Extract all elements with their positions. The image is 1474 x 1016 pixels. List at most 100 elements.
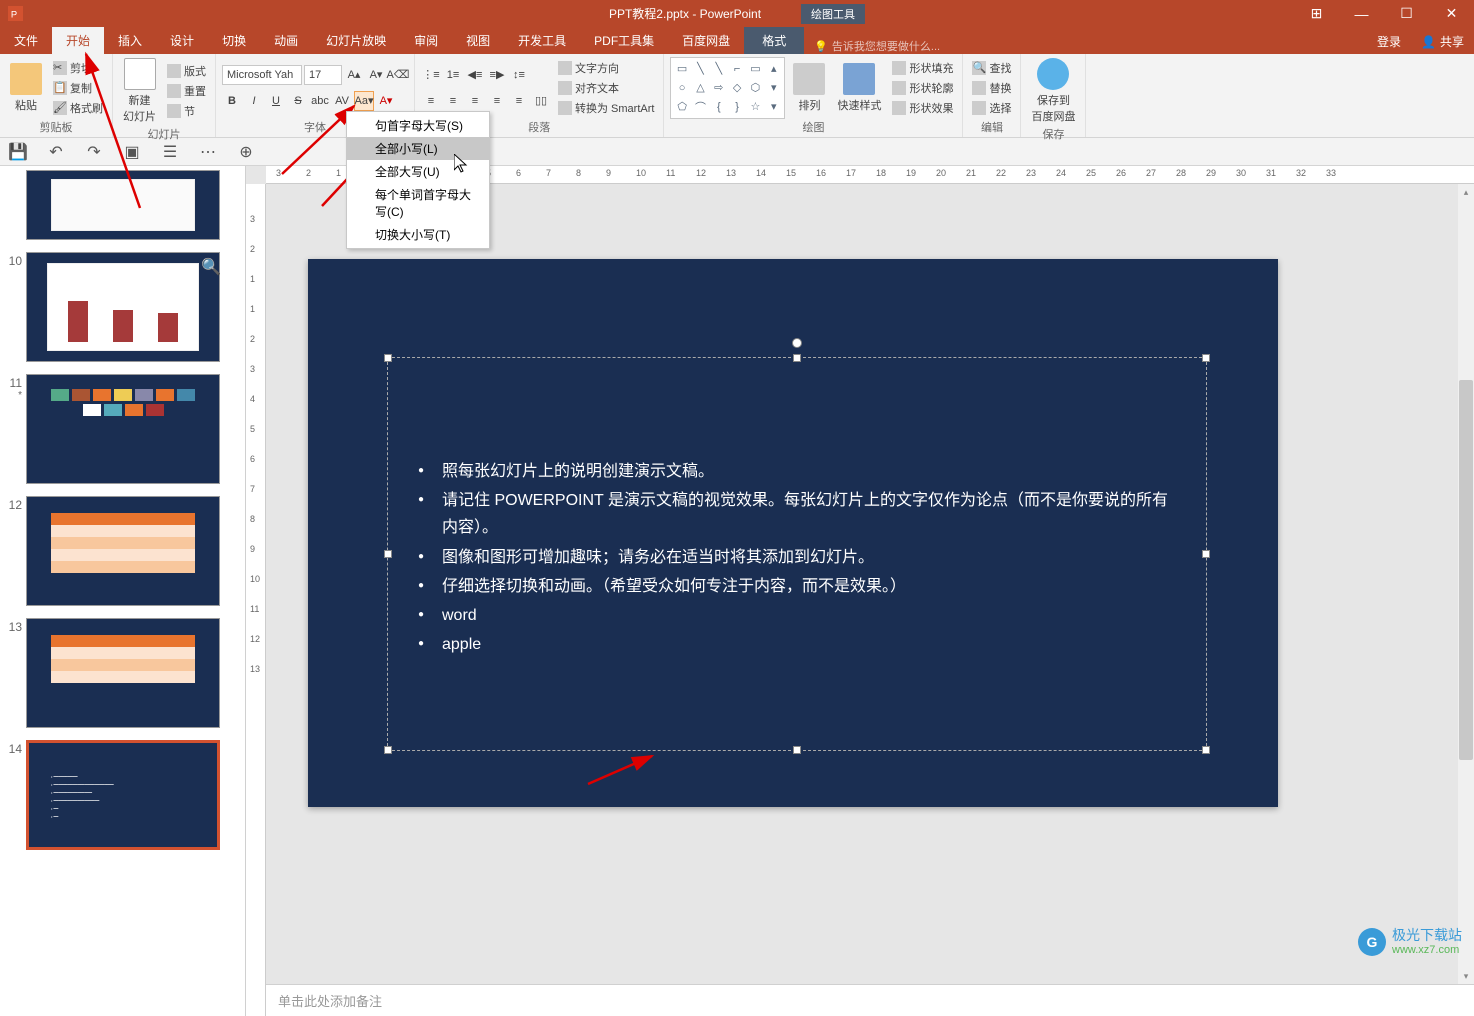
justify-button[interactable]: ≡ bbox=[487, 91, 507, 111]
qa-touch-icon[interactable]: ☰ bbox=[160, 142, 180, 162]
columns-button[interactable]: ▯▯ bbox=[531, 91, 551, 111]
reset-button[interactable]: 重置 bbox=[164, 82, 209, 100]
slide-panel[interactable]: 10 🔍 11* 12 13 bbox=[0, 166, 246, 1016]
resize-handle[interactable] bbox=[793, 354, 801, 362]
bullet-item[interactable]: 照每张幻灯片上的说明创建演示文稿。 bbox=[418, 458, 1176, 485]
tab-home[interactable]: 开始 bbox=[52, 27, 104, 54]
save-to-cloud-button[interactable]: 保存到 百度网盘 bbox=[1027, 56, 1079, 126]
align-left-button[interactable]: ≡ bbox=[421, 91, 441, 111]
tab-animation[interactable]: 动画 bbox=[260, 27, 312, 54]
bullet-list[interactable]: 照每张幻灯片上的说明创建演示文稿。 请记住 POWERPOINT 是演示文稿的视… bbox=[388, 358, 1206, 658]
vertical-scrollbar[interactable]: ▴ ▾ bbox=[1458, 184, 1474, 984]
qa-more-icon[interactable]: ⋯ bbox=[198, 142, 218, 162]
shape-scroll-up[interactable]: ▴ bbox=[765, 60, 782, 78]
shape-outline-button[interactable]: 形状轮廓 bbox=[889, 79, 956, 97]
distribute-button[interactable]: ≡ bbox=[509, 91, 529, 111]
resize-handle[interactable] bbox=[384, 746, 392, 754]
share-button[interactable]: 👤 共享 bbox=[1411, 29, 1474, 54]
tab-format[interactable]: 格式 bbox=[744, 27, 804, 54]
slide-canvas[interactable]: 照每张幻灯片上的说明创建演示文稿。 请记住 POWERPOINT 是演示文稿的视… bbox=[308, 259, 1278, 807]
menu-capitalize-each[interactable]: 每个单词首字母大写(C) bbox=[347, 183, 489, 223]
tell-me-search[interactable]: 💡 告诉我您想要做什么... bbox=[814, 38, 940, 54]
shadow-button[interactable]: abc bbox=[310, 91, 330, 111]
scrollbar-thumb[interactable] bbox=[1459, 380, 1473, 760]
shape-effect-button[interactable]: 形状效果 bbox=[889, 99, 956, 117]
align-center-button[interactable]: ≡ bbox=[443, 91, 463, 111]
copy-button[interactable]: 📋复制 bbox=[50, 79, 106, 97]
replace-button[interactable]: 替换 bbox=[969, 79, 1014, 97]
minimize-button[interactable]: — bbox=[1339, 0, 1384, 27]
underline-button[interactable]: U bbox=[266, 91, 286, 111]
format-painter-button[interactable]: 🖌格式刷 bbox=[50, 99, 106, 117]
resize-handle[interactable] bbox=[1202, 550, 1210, 558]
shapes-gallery[interactable]: ▭╲╲⌐▭▴ ○△⇨◇⬡▾ ⬠⌒{}☆▾ bbox=[670, 57, 785, 119]
cut-button[interactable]: ✂剪切 bbox=[50, 59, 106, 77]
resize-handle[interactable] bbox=[1202, 746, 1210, 754]
magnify-icon[interactable]: 🔍 bbox=[201, 257, 215, 271]
arrange-button[interactable]: 排列 bbox=[789, 61, 829, 115]
tab-baidu[interactable]: 百度网盘 bbox=[668, 27, 744, 54]
ribbon-options-icon[interactable]: ⊞ bbox=[1294, 0, 1339, 27]
qa-redo-icon[interactable]: ↷ bbox=[84, 142, 104, 162]
slide-thumb-11[interactable] bbox=[26, 374, 220, 484]
change-case-button[interactable]: Aa▾ bbox=[354, 91, 374, 111]
bullet-item[interactable]: word bbox=[418, 602, 1176, 629]
menu-sentence-case[interactable]: 句首字母大写(S) bbox=[347, 114, 489, 137]
increase-font-button[interactable]: A▴ bbox=[344, 65, 364, 85]
new-slide-button[interactable]: 新建 幻灯片 bbox=[119, 56, 160, 126]
bullet-item[interactable]: 仔细选择切换和动画。（希望受众如何专注于内容，而不是效果。） bbox=[418, 573, 1176, 600]
shape-fill-button[interactable]: 形状填充 bbox=[889, 59, 956, 77]
tab-view[interactable]: 视图 bbox=[452, 27, 504, 54]
font-name-combo[interactable]: Microsoft Yah bbox=[222, 65, 302, 85]
resize-handle[interactable] bbox=[793, 746, 801, 754]
login-button[interactable]: 登录 bbox=[1367, 29, 1411, 54]
tab-developer[interactable]: 开发工具 bbox=[504, 27, 580, 54]
shape-scroll-down[interactable]: ▾ bbox=[765, 79, 782, 97]
section-button[interactable]: 节 bbox=[164, 102, 209, 120]
qa-save-icon[interactable]: 💾 bbox=[8, 142, 28, 162]
tab-design[interactable]: 设计 bbox=[156, 27, 208, 54]
slide-thumb-12[interactable] bbox=[26, 496, 220, 606]
shape-more-icon[interactable]: ▾ bbox=[765, 98, 782, 116]
smartart-button[interactable]: 转换为 SmartArt bbox=[555, 99, 657, 117]
strike-button[interactable]: S bbox=[288, 91, 308, 111]
tab-file[interactable]: 文件 bbox=[0, 27, 52, 54]
decrease-indent-button[interactable]: ◀≡ bbox=[465, 65, 485, 85]
maximize-button[interactable]: ☐ bbox=[1384, 0, 1429, 27]
notes-area[interactable]: 单击此处添加备注 bbox=[266, 984, 1474, 1016]
quick-style-button[interactable]: 快速样式 bbox=[833, 61, 885, 115]
rotate-handle[interactable] bbox=[792, 338, 802, 348]
tab-review[interactable]: 审阅 bbox=[400, 27, 452, 54]
bold-button[interactable]: B bbox=[222, 91, 242, 111]
char-spacing-button[interactable]: AV bbox=[332, 91, 352, 111]
close-button[interactable]: ✕ bbox=[1429, 0, 1474, 27]
line-spacing-button[interactable]: ↕≡ bbox=[509, 65, 529, 85]
text-direction-button[interactable]: 文字方向 bbox=[555, 59, 657, 77]
scroll-up-icon[interactable]: ▴ bbox=[1458, 184, 1474, 200]
bullet-item[interactable]: apple bbox=[418, 631, 1176, 658]
find-button[interactable]: 🔍查找 bbox=[969, 59, 1014, 77]
font-size-combo[interactable]: 17 bbox=[304, 65, 342, 85]
bullet-item[interactable]: 请记住 POWERPOINT 是演示文稿的视觉效果。每张幻灯片上的文字仅作为论点… bbox=[418, 487, 1176, 541]
tab-insert[interactable]: 插入 bbox=[104, 27, 156, 54]
layout-button[interactable]: 版式 bbox=[164, 62, 209, 80]
numbering-button[interactable]: 1≡ bbox=[443, 65, 463, 85]
decrease-font-button[interactable]: A▾ bbox=[366, 65, 386, 85]
qa-extra-icon[interactable]: ⊕ bbox=[236, 142, 256, 162]
content-textbox[interactable]: 照每张幻灯片上的说明创建演示文稿。 请记住 POWERPOINT 是演示文稿的视… bbox=[387, 357, 1207, 751]
menu-toggle-case[interactable]: 切换大小写(T) bbox=[347, 223, 489, 246]
qa-slideshow-icon[interactable]: ▣ bbox=[122, 142, 142, 162]
clear-format-button[interactable]: A⌫ bbox=[388, 65, 408, 85]
tab-slideshow[interactable]: 幻灯片放映 bbox=[312, 27, 400, 54]
slide-thumb-9[interactable] bbox=[26, 170, 220, 240]
increase-indent-button[interactable]: ≡▶ bbox=[487, 65, 507, 85]
align-right-button[interactable]: ≡ bbox=[465, 91, 485, 111]
resize-handle[interactable] bbox=[384, 354, 392, 362]
align-text-button[interactable]: 对齐文本 bbox=[555, 79, 657, 97]
tab-transition[interactable]: 切换 bbox=[208, 27, 260, 54]
bullet-item[interactable]: 图像和图形可增加趣味；请务必在适当时将其添加到幻灯片。 bbox=[418, 544, 1176, 571]
slide-thumb-13[interactable] bbox=[26, 618, 220, 728]
slide-thumb-14[interactable]: • ━━━━━━━━━━ • ━━━━━━━━━━━━━━━━━━━━━━━━━… bbox=[26, 740, 220, 850]
paste-button[interactable]: 粘贴 bbox=[6, 61, 46, 115]
scroll-down-icon[interactable]: ▾ bbox=[1458, 968, 1474, 984]
